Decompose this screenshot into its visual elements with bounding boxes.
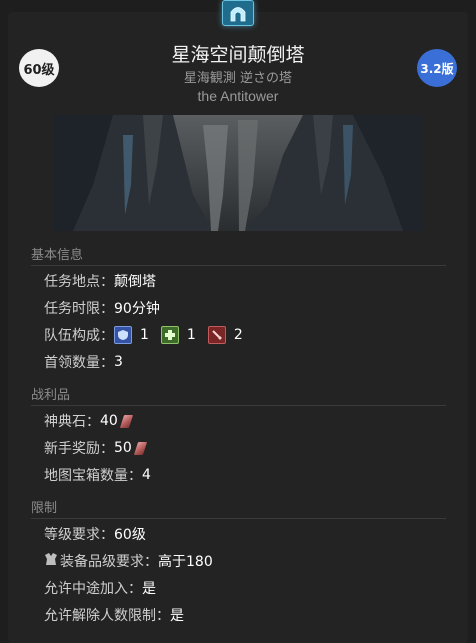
join-value: 是 [142, 581, 156, 597]
duty-title: 星海空间颠倒塔 [171, 44, 305, 66]
item-level-label: 装备品级要求： [60, 554, 158, 570]
boss-count-label: 首领数量： [44, 355, 114, 371]
tomestone-value: 40 [100, 413, 118, 429]
duty-banner-image [53, 115, 423, 231]
boss-count-value: 3 [114, 354, 123, 370]
healer-count: 1 [186, 327, 196, 343]
row-unrestricted-party: 允许解除人数限制： 是 [44, 605, 184, 625]
row-map-chests: 地图宝箱数量： 4 [44, 465, 151, 485]
armor-icon [44, 552, 58, 570]
row-tomestones: 神典石： 40 [44, 411, 133, 431]
dps-count: 2 [233, 327, 243, 343]
map-chest-label: 地图宝箱数量： [44, 468, 142, 484]
level-req-label: 等级要求： [44, 527, 114, 543]
time-limit-label: 任务时限： [44, 301, 114, 317]
time-limit-value: 90分钟 [114, 301, 160, 317]
row-novice-bonus: 新手奖励： 50 [44, 438, 147, 458]
location-label: 任务地点： [44, 274, 114, 290]
healer-cross-icon [160, 326, 179, 344]
novice-bonus-label: 新手奖励： [44, 441, 114, 457]
row-level-requirement: 等级要求： 60级 [44, 524, 146, 544]
section-loot: 战利品 [31, 384, 446, 406]
row-party-composition: 队伍构成： 1 1 2 [44, 325, 255, 345]
tank-count: 1 [140, 327, 149, 343]
level-req-value: 60级 [114, 527, 146, 543]
section-basic-info: 基本信息 [31, 244, 446, 266]
dungeon-icon [222, 0, 254, 26]
sword-icon [207, 326, 226, 344]
party-label: 队伍构成： [44, 328, 114, 344]
map-chest-value: 4 [142, 467, 151, 483]
novice-bonus-value: 50 [114, 440, 132, 456]
item-level-value: 高于180 [158, 554, 213, 570]
location-value: 颠倒塔 [114, 274, 156, 290]
row-boss-count: 首领数量： 3 [44, 352, 123, 372]
section-restrictions: 限制 [31, 497, 446, 519]
duty-title-jp: 星海観測 逆さの塔 [183, 71, 293, 86]
tomestone-label: 神典石： [44, 414, 100, 430]
unrestricted-label: 允许解除人数限制： [44, 608, 170, 624]
row-location: 任务地点： 颠倒塔 [44, 271, 156, 291]
unrestricted-value: 是 [170, 608, 184, 624]
duty-title-en: the Antitower [197, 88, 279, 104]
join-label: 允许中途加入： [44, 581, 142, 597]
row-item-level-requirement: 装备品级要求： 高于180 [44, 551, 213, 571]
row-join-in-progress: 允许中途加入： 是 [44, 578, 156, 598]
row-time-limit: 任务时限： 90分钟 [44, 298, 160, 318]
shield-icon [114, 326, 132, 344]
